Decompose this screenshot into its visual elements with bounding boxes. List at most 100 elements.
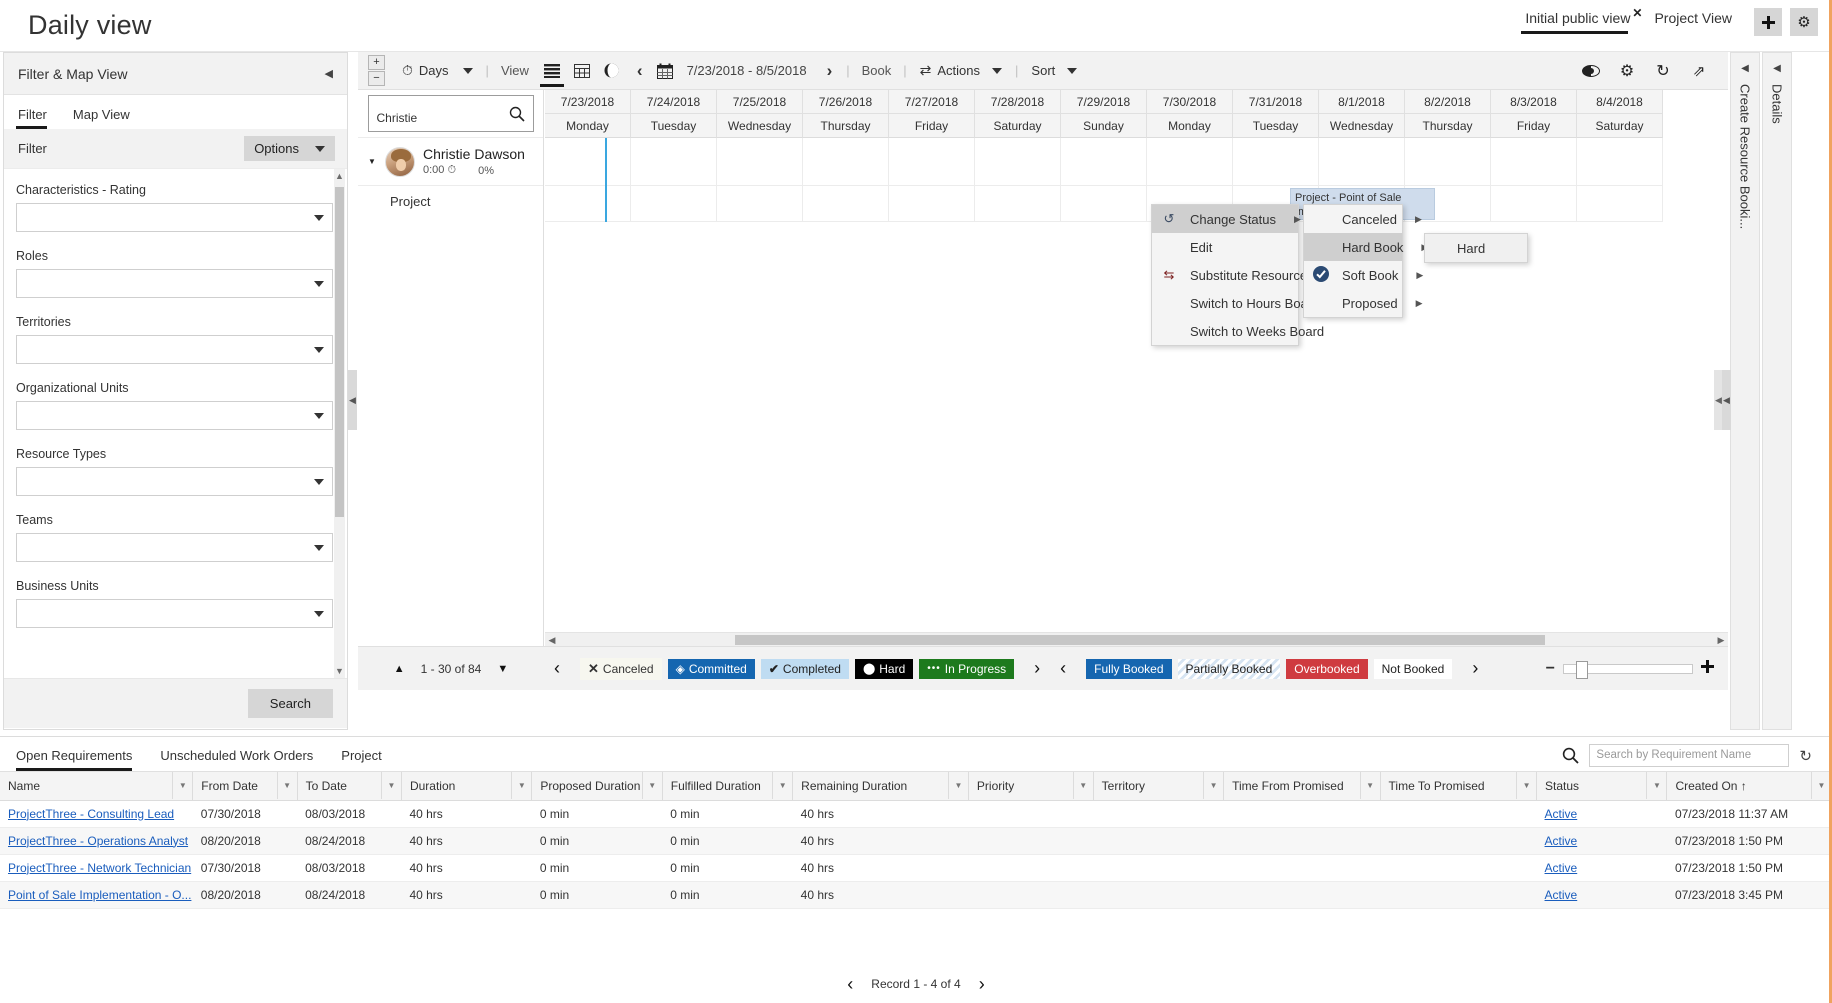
record-next-icon[interactable]: › [979, 974, 985, 995]
time-scale-selector[interactable]: ⏱ Days [393, 52, 482, 90]
filter-dropdown-icon[interactable]: ▼ [1646, 772, 1665, 799]
legend-completed[interactable]: ✔ Completed [760, 658, 849, 679]
filter-dropdown-icon[interactable]: ▼ [380, 772, 400, 799]
filter-dropdown-icon[interactable]: ▼ [276, 772, 296, 799]
create-resource-booking-rail[interactable]: ◀ Create Resource Booki... [1730, 52, 1760, 730]
cell-status[interactable]: Active [1536, 800, 1667, 828]
grid-cell[interactable] [717, 186, 803, 222]
requirement-link[interactable]: ProjectThree - Network Technician [8, 861, 191, 875]
expander-icon[interactable]: ▼ [368, 157, 377, 166]
col-header-name[interactable]: Name ▼ [0, 772, 194, 801]
grid-row-project[interactable] [545, 186, 1728, 222]
grid-cell[interactable] [975, 138, 1061, 186]
col-header-priority[interactable]: Priority ▼ [968, 772, 1094, 801]
col-header-remaining-duration[interactable]: Remaining Duration ▼ [792, 772, 969, 801]
record-prev-icon[interactable]: ‹ [847, 974, 853, 995]
resource-search-input[interactable]: Christie [367, 95, 534, 132]
create-rail-grip[interactable]: ◀ [1722, 370, 1731, 430]
requirement-link[interactable]: ProjectThree - Consulting Lead [8, 807, 174, 821]
actions-menu[interactable]: ⇄ Actions [911, 52, 1011, 90]
col-header-time-from-promised[interactable]: Time From Promised ▼ [1223, 772, 1381, 801]
scroll-up-icon[interactable]: ▲ [334, 169, 345, 183]
col-header-proposed-duration[interactable]: Proposed Duration ▼ [531, 772, 663, 801]
scrollbar-thumb[interactable] [335, 187, 344, 517]
grid-cell[interactable] [545, 186, 631, 222]
table-row[interactable]: ProjectThree - Consulting Lead 07/30/201… [0, 800, 1832, 828]
col-header-fulfilled-duration[interactable]: Fulfilled Duration ▼ [662, 772, 794, 801]
collapse-all-icon[interactable]: − [368, 71, 385, 86]
grid-cell[interactable] [1491, 186, 1577, 222]
refresh-icon[interactable]: ↻ [1646, 56, 1680, 86]
view-mode-list[interactable] [537, 56, 567, 87]
zoom-slider[interactable] [1563, 660, 1693, 679]
hard-book-item-hard[interactable]: Hard [1425, 234, 1527, 262]
grid-cell[interactable] [1577, 186, 1663, 222]
zoom-out-button[interactable]: − [1546, 660, 1555, 678]
legend-canceled[interactable]: ✕ Canceled [580, 657, 662, 680]
grid-row-resource[interactable] [545, 138, 1728, 186]
prev-period-button[interactable]: ‹ [627, 52, 653, 90]
left-panel-resize-grip[interactable]: ◀ [348, 370, 357, 430]
status-legend-prev[interactable]: ‹ [544, 658, 570, 679]
grid-cell[interactable] [1061, 138, 1147, 186]
tab-open-requirements[interactable]: Open Requirements [16, 748, 146, 771]
table-row[interactable]: ProjectThree - Operations Analyst 08/20/… [0, 827, 1832, 855]
filter-dropdown-icon[interactable]: ▼ [772, 772, 791, 799]
next-period-button[interactable]: › [817, 52, 843, 90]
characteristics-rating-select[interactable] [16, 203, 333, 232]
legend-in-progress[interactable]: ••• In Progress [919, 658, 1015, 679]
requirement-link[interactable]: Point of Sale Implementation - O... [8, 888, 191, 902]
organizational-units-select[interactable] [16, 401, 333, 430]
scrollbar-thumb[interactable] [735, 635, 1545, 645]
filter-dropdown-icon[interactable]: ▼ [1516, 772, 1535, 799]
col-header-status[interactable]: Status ▼ [1536, 772, 1668, 801]
expand-all-icon[interactable]: + [368, 55, 385, 70]
tab-map-view[interactable]: Map View [71, 105, 140, 129]
menu-item-change-status[interactable]: ↺ Change Status ▶ [1152, 205, 1301, 233]
settings-button[interactable]: ⚙ [1790, 8, 1818, 36]
grid-cell[interactable] [545, 138, 631, 186]
legend-partially-booked[interactable]: Partially Booked [1177, 658, 1281, 679]
sort-menu[interactable]: Sort [1022, 52, 1086, 90]
expand-rail-icon[interactable]: ◀ [1773, 63, 1781, 74]
requirement-link[interactable]: ProjectThree - Operations Analyst [8, 834, 188, 848]
status-item-proposed[interactable]: Proposed ▶ [1304, 289, 1423, 317]
cell-status[interactable]: Active [1536, 854, 1667, 882]
view-tab-initial-public-view[interactable]: Initial public view ✕ [1515, 4, 1644, 34]
view-mode-map[interactable] [597, 56, 627, 86]
menu-item-substitute-resource[interactable]: ⇆ Substitute Resource ▶ [1152, 261, 1332, 289]
filter-dropdown-icon[interactable]: ▼ [1359, 772, 1379, 799]
teams-select[interactable] [16, 533, 333, 562]
board-settings-icon[interactable]: ⚙ [1610, 56, 1644, 86]
grid-horizontal-scrollbar[interactable]: ◀ ▶ [545, 632, 1728, 646]
close-icon[interactable]: ✕ [1632, 6, 1642, 20]
search-icon[interactable] [1562, 747, 1580, 764]
page-up-icon[interactable]: ▲ [394, 663, 405, 675]
grid-cell[interactable] [1061, 186, 1147, 222]
cell-name[interactable]: ProjectThree - Network Technician [0, 854, 193, 882]
grid-cell[interactable] [1491, 138, 1577, 186]
cell-name[interactable]: ProjectThree - Consulting Lead [0, 800, 193, 828]
cell-name[interactable]: Point of Sale Implementation - O... [0, 881, 193, 909]
status-item-hard-book[interactable]: Hard Book ▶ [1304, 233, 1428, 261]
zoom-in-button[interactable] [1701, 659, 1714, 678]
view-tab-project-view[interactable]: Project View [1644, 4, 1746, 32]
scroll-left-icon[interactable]: ◀ [545, 633, 559, 646]
status-item-canceled[interactable]: Canceled ▶ [1304, 205, 1422, 233]
legend-fully-booked[interactable]: Fully Booked [1086, 658, 1172, 679]
grid-cell[interactable] [803, 138, 889, 186]
add-tab-button[interactable] [1754, 8, 1782, 36]
grid-cell[interactable] [1577, 138, 1663, 186]
collapse-left-icon[interactable]: ◀ [325, 67, 333, 80]
grid-cell[interactable] [631, 138, 717, 186]
status-legend-next[interactable]: › [1024, 658, 1050, 679]
status-link[interactable]: Active [1545, 888, 1578, 902]
territories-select[interactable] [16, 335, 333, 364]
legend-committed[interactable]: ◈ Committed [667, 658, 755, 679]
scroll-right-icon[interactable]: ▶ [1714, 633, 1728, 646]
refresh-icon[interactable]: ↻ [1799, 747, 1812, 765]
filter-dropdown-icon[interactable]: ▼ [172, 772, 192, 799]
grid-cell[interactable] [1405, 138, 1491, 186]
grid-cell[interactable] [803, 186, 889, 222]
booking-legend-prev[interactable]: ‹ [1050, 658, 1076, 679]
